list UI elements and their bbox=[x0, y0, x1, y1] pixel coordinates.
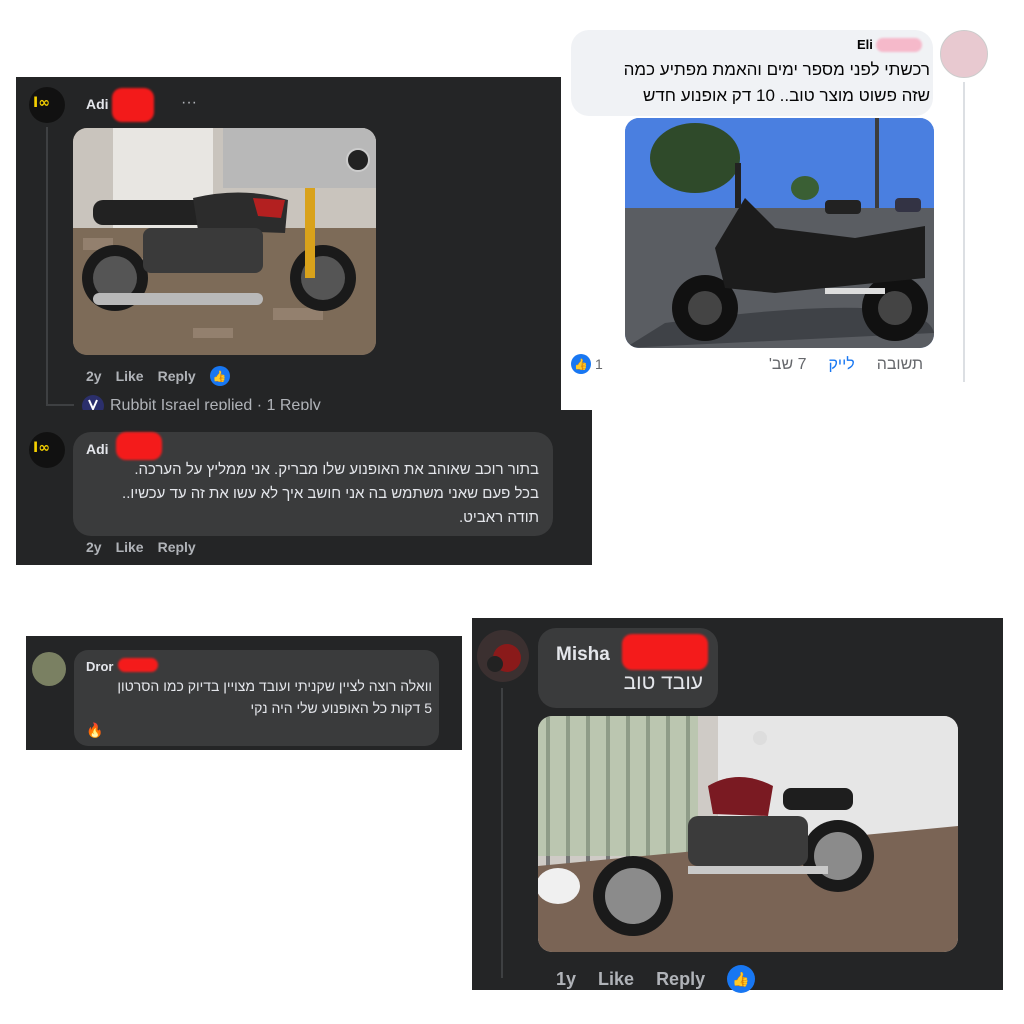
comment-age: 1y bbox=[556, 968, 577, 989]
avatar-adi[interactable]: I∞ bbox=[29, 432, 65, 468]
avatar-adi[interactable]: I∞ bbox=[29, 87, 65, 123]
comment-actions-rtl: 7 שב' לייק תשובה bbox=[769, 356, 923, 374]
redaction-mark bbox=[118, 658, 158, 672]
like-button[interactable]: Like bbox=[116, 539, 144, 555]
reply-button[interactable]: Reply bbox=[656, 969, 705, 990]
comment-actions: 1y Like Reply 👍 bbox=[556, 965, 756, 993]
comment-text-line: בתור רוכב שאוהב את האופנוע שלו מבריק. אנ… bbox=[134, 461, 539, 478]
comment-photo-motorcycle[interactable] bbox=[538, 716, 958, 952]
comment-text-line: תודה ראביט. bbox=[458, 509, 539, 526]
comment-author[interactable]: Dror bbox=[86, 659, 113, 674]
like-button[interactable]: לייק bbox=[828, 356, 854, 374]
comment-photo-motorcycle[interactable] bbox=[625, 118, 934, 348]
fire-emoji: 🔥 bbox=[86, 722, 104, 738]
comment-age: 7 שב' bbox=[768, 356, 807, 373]
comment-age: 2y bbox=[86, 368, 102, 384]
reaction-count[interactable]: 👍 1 bbox=[571, 354, 603, 374]
comment-author[interactable]: Adi bbox=[86, 96, 109, 112]
svg-text:I∞: I∞ bbox=[33, 440, 50, 456]
thread-line bbox=[46, 127, 48, 405]
redaction-mark bbox=[876, 38, 922, 52]
comment-panel-adi-text: I∞ Adi בתור רוכב שאוהב את האופנוע שלו מב… bbox=[16, 410, 592, 565]
like-reaction-icon: 👍 bbox=[571, 354, 591, 374]
comment-text-line: וואלה רוצה לציין שקניתי ועובד מצויין בדי… bbox=[117, 678, 432, 694]
redaction-mark bbox=[112, 88, 154, 122]
comment-text-line: בכל פעם שאני משתמש בה אני חושב איך לא עש… bbox=[122, 485, 539, 502]
thread-line bbox=[501, 688, 503, 978]
comment-text-line: שזה פשוט מוצר טוב.. 10 דק אופנוע חדש bbox=[642, 86, 930, 105]
comment-photo-motorcycle[interactable] bbox=[73, 128, 376, 355]
avatar-dror[interactable] bbox=[32, 652, 66, 686]
comment-panel-misha: Misha עובד טוב 1y Like Reply 👍 bbox=[472, 618, 1003, 993]
comment-age: 2y bbox=[86, 539, 102, 555]
reply-button[interactable]: Reply bbox=[158, 539, 196, 555]
comment-actions: 2y Like Reply bbox=[86, 539, 196, 555]
thread-line-elbow bbox=[46, 404, 74, 406]
like-button[interactable]: Like bbox=[116, 368, 144, 384]
comment-actions: 2y Like Reply 👍 bbox=[86, 366, 230, 386]
comment-panel-eli: Eli רכשתי לפני מספר ימים והאמת מפתיע כמה… bbox=[563, 24, 1003, 384]
more-options-button[interactable]: ··· bbox=[181, 94, 197, 112]
thread-line bbox=[963, 82, 965, 382]
avatar-misha[interactable] bbox=[477, 630, 529, 682]
comment-text-line: רכשתי לפני מספר ימים והאמת מפתיע כמה bbox=[623, 60, 930, 79]
comment-author[interactable]: Adi bbox=[86, 441, 109, 457]
redaction-mark bbox=[116, 432, 162, 460]
infinity-logo-icon: I∞ bbox=[33, 95, 50, 111]
comment-text-line: 5 דקות כל האופנוע שלי היה נקי bbox=[250, 700, 432, 716]
svg-text:I∞: I∞ bbox=[33, 95, 50, 111]
reply-button[interactable]: Reply bbox=[158, 368, 196, 384]
like-reaction-icon: 👍 bbox=[727, 965, 756, 993]
redaction-mark bbox=[622, 634, 708, 670]
comment-text: עובד טוב bbox=[623, 671, 703, 694]
comment-panel-dror: Dror וואלה רוצה לציין שקניתי ועובד מצויי… bbox=[26, 636, 462, 750]
avatar-eli[interactable] bbox=[940, 30, 988, 78]
comment-panel-adi-photo: I∞ Adi ··· 2y Like Reply 👍 Rubbit Israel… bbox=[16, 77, 561, 417]
infinity-logo-icon: I∞ bbox=[33, 440, 50, 456]
reply-button[interactable]: תשובה bbox=[877, 356, 923, 374]
like-button[interactable]: Like bbox=[598, 969, 634, 990]
like-reaction-icon: 👍 bbox=[209, 366, 230, 386]
comment-author[interactable]: Eli bbox=[857, 37, 873, 52]
comment-author[interactable]: Misha bbox=[556, 644, 610, 666]
